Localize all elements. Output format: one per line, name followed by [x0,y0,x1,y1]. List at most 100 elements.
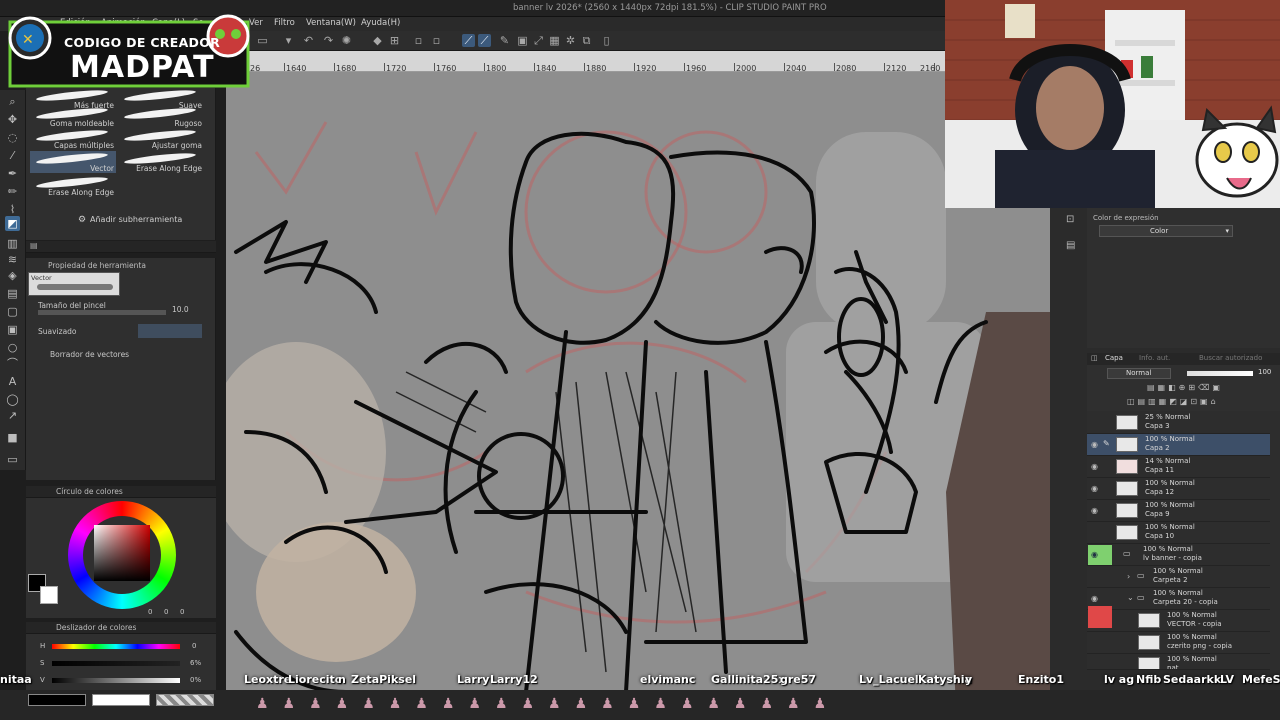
layer-property-icon[interactable]: ▤ [1066,240,1075,251]
menu-view[interactable]: Ver [249,18,263,28]
brush-vector[interactable]: Vector [30,151,116,173]
eye-icon[interactable]: ◉ [1091,440,1098,449]
chevron-down-icon[interactable]: ⌄ [1127,593,1134,602]
drawing-canvas[interactable] [226,72,1050,708]
ruler-tick [334,63,335,71]
eraser-tool-icon[interactable]: ◩ [5,216,20,231]
brush-rough[interactable]: Rugoso [118,106,204,128]
layer-row[interactable]: 25 % Normal Capa 3 [1087,412,1270,434]
ticker-name: Liorecito [288,673,343,686]
selection-clear-icon[interactable]: ▫ [412,34,425,47]
frame-tool-icon[interactable]: ▣ [5,322,20,337]
ruler-tool-icon[interactable]: ⌒ [5,356,20,371]
snap-special-icon[interactable]: ⟋ [478,34,491,47]
brush-snap-eraser[interactable]: Ajustar goma [118,128,204,150]
crop-icon[interactable]: ▫ [430,34,443,47]
brush-size-value[interactable]: 10.0 [172,305,189,314]
tab-search[interactable]: Buscar autorizado [1199,354,1262,362]
layer-row[interactable]: ◉ 100 % Normal Capa 9 [1087,500,1270,522]
decoration-tool-icon[interactable]: ▥ [5,236,20,251]
correct-line-icon[interactable]: ↗ [5,408,20,423]
folder-icon[interactable]: ▭ [256,34,269,47]
fill-icon[interactable]: ◆ [371,34,384,47]
smoothing-selector[interactable] [138,324,202,338]
settings-icon[interactable]: ✲ [564,34,577,47]
layer-row[interactable]: 100 % Normal Capa 10 [1087,522,1270,544]
blend-mode-dropdown[interactable]: Normal [1107,368,1171,379]
layer-tool-icons[interactable]: ▤▦◧⊕⊞⌫▣ [1147,383,1267,393]
menu-window[interactable]: Ventana(W) [306,18,356,28]
layer-folder-row[interactable]: ◉ ⌄ ▭ 100 % Normal Carpeta 20 - copia [1087,588,1270,610]
pixel-avatars: ♟♟♟♟♟♟♟♟♟♟♟♟♟♟♟♟♟♟♟♟♟♟ [256,696,841,712]
tab-layer[interactable]: Capa [1105,354,1123,362]
sub-color-bar[interactable] [92,694,150,706]
layer-folder-row[interactable]: › ▭ 100 % Normal Carpeta 2 [1087,566,1270,588]
figure-tool-icon[interactable]: ▢ [5,304,20,319]
undo-icon[interactable]: ↶ [302,34,315,47]
menu-help[interactable]: Ayuda(H) [361,18,400,28]
brush-tool-icon[interactable]: ⌇ [5,202,20,217]
expand-icon[interactable]: ⤢ [532,34,545,47]
opacity-value[interactable]: 100 [1258,368,1271,376]
expression-dropdown[interactable]: Color ▾ [1099,225,1233,237]
zoom-icon[interactable]: ⌕ [5,94,20,109]
eye-icon[interactable]: ◉ [1091,462,1098,471]
layer-row[interactable]: 100 % Normal VECTOR - copia [1087,606,1270,632]
transparent-color-bar[interactable] [156,694,214,706]
brush-kneaded[interactable]: Goma moldeable [30,106,116,128]
transform-icon[interactable]: ⊞ [388,34,401,47]
ruler-icon[interactable]: ▣ [516,34,529,47]
ruler-label: 1680 [336,64,357,72]
saturation-slider[interactable] [52,661,180,666]
eye-icon[interactable]: ◉ [1091,506,1098,515]
main-color-icon[interactable]: ■ [5,430,20,445]
text-tool-icon[interactable]: A [5,374,20,389]
balloon-tool-icon[interactable]: ◯ [5,392,20,407]
tab-info[interactable]: Info. aut. [1139,354,1170,362]
navigator-icon[interactable]: ⊡ [1066,214,1074,225]
eyedropper-icon[interactable]: ⁄ [5,148,20,163]
loading-icon[interactable]: ✺ [340,34,353,47]
save-icon[interactable]: ▾ [282,34,295,47]
brush-size-slider[interactable] [38,310,166,315]
lasso-icon[interactable]: ◌ [5,130,20,145]
circle-tool-icon[interactable]: ○ [5,340,20,355]
layer-action-icons[interactable]: ◫▤▥▦◩◪⊡▣⌂ [1127,397,1272,407]
menu-filter[interactable]: Filtro [274,18,295,28]
add-subtool-button[interactable]: Añadir subherramienta [90,215,182,224]
brush-erase-along-edge[interactable]: Erase Along Edge [118,151,204,173]
gradient-tool-icon[interactable]: ▤ [5,286,20,301]
layers-toggle-icon[interactable]: ⧉ [580,34,593,47]
pencil-tool-icon[interactable]: ✏ [5,184,20,199]
redo-icon[interactable]: ↷ [322,34,335,47]
eye-icon[interactable]: ◉ [1091,484,1098,493]
blend-tool-icon[interactable]: ≋ [5,252,20,267]
pen-icon[interactable]: ✎ [498,34,511,47]
layer-row[interactable]: ◉ 100 % Normal Capa 12 [1087,478,1270,500]
snap-ruler-icon[interactable]: ⟋ [462,34,475,47]
move-icon[interactable]: ✥ [5,112,20,127]
layer-toolbar: Normal 100 ▤▦◧⊕⊞⌫▣ ◫▤▥▦◩◪⊡▣⌂ [1087,365,1280,411]
sub-color-swatch[interactable] [40,586,58,604]
brush-erase-along-edge-2[interactable]: Erase Along Edge [30,175,116,197]
layer-row[interactable]: 100 % Normal pat [1087,654,1270,670]
panel-menu-icon[interactable]: ▤ [30,241,38,250]
layer-row[interactable]: 100 % Normal czerito png - copia [1087,632,1270,654]
layer-folder-row[interactable]: ◉ ▭ 100 % Normal lv banner - copia [1087,544,1270,566]
brush-multiple-layers[interactable]: Capas múltiples [30,128,116,150]
eye-icon[interactable]: ◉ [1091,594,1098,603]
panel-icon[interactable]: ▯ [600,34,613,47]
pen-tool-icon[interactable]: ✒ [5,166,20,181]
layer-row[interactable]: ◉ ✎ 100 % Normal Capa 2 [1087,434,1270,456]
grid-icon[interactable]: ▦ [548,34,561,47]
chevron-right-icon[interactable]: › [1127,572,1130,581]
eye-icon[interactable]: ◉ [1091,550,1098,559]
layer-row[interactable]: ◉ 14 % Normal Capa 11 [1087,456,1270,478]
transparent-color-icon[interactable]: ▭ [5,452,20,467]
hue-slider[interactable] [52,644,180,649]
fill-tool-icon[interactable]: ◈ [5,268,20,283]
color-saturation-square[interactable] [94,525,150,581]
layer-thumbnail [1116,437,1138,452]
opacity-slider[interactable] [1187,371,1253,376]
main-color-bar[interactable] [28,694,86,706]
